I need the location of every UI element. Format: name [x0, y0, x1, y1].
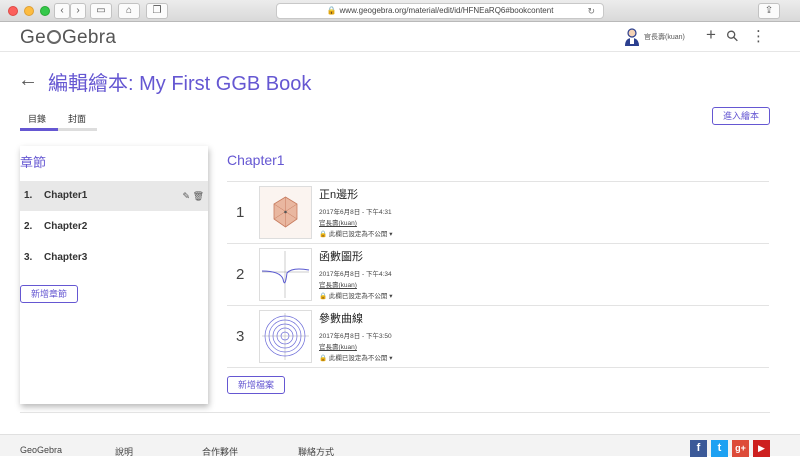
google-plus-icon[interactable]: g+: [732, 440, 749, 457]
chapter-label: Chapter2: [44, 221, 88, 232]
item-title[interactable]: 正n邊形: [319, 186, 358, 202]
chapter-item-1[interactable]: 1. Chapter1 ✎ 🗑: [20, 181, 208, 211]
twitter-icon[interactable]: t: [711, 440, 728, 457]
browser-toolbar: ‹ › ▭ ⌂ ❐ 🔒 www.geogebra.org/material/edi…: [0, 0, 800, 22]
footer-link-contact[interactable]: 聯絡方式: [298, 445, 334, 458]
row-divider: [227, 367, 769, 368]
item-number: 2: [236, 266, 245, 283]
active-tab-indicator: [20, 128, 58, 131]
item-privacy[interactable]: 🔒 此欄已設定為不公開 ▾: [319, 352, 392, 362]
url-text: www.geogebra.org/material/edit/id/HFNEaR…: [339, 6, 554, 15]
reload-icon[interactable]: ↻: [587, 4, 595, 18]
browser-back-button[interactable]: ‹: [54, 3, 70, 19]
trash-icon[interactable]: 🗑: [193, 191, 204, 201]
item-author[interactable]: 官長壽(kuan): [319, 341, 357, 351]
minimize-window-button[interactable]: [24, 6, 34, 16]
lock-icon: 🔒: [319, 293, 328, 300]
logo-text-right: Gebra: [61, 27, 117, 48]
chapter-number: 3.: [24, 252, 33, 263]
tab-contents[interactable]: 目錄: [28, 112, 46, 125]
item-thumbnail[interactable]: [259, 310, 312, 363]
add-file-button[interactable]: 新增檔案: [227, 376, 285, 394]
geogebra-logo[interactable]: Ge Gebra: [20, 27, 116, 49]
footer-link-help[interactable]: 說明: [115, 445, 133, 458]
item-date: 2017年6月8日 - 下午4:31: [319, 209, 392, 216]
facebook-icon[interactable]: f: [690, 440, 707, 457]
function-graph-thumbnail-icon: [260, 249, 311, 300]
privacy-label: 此欄已設定為不公開 ▾: [328, 355, 393, 362]
avatar[interactable]: [624, 28, 640, 46]
menu-icon[interactable]: ⋮: [751, 27, 766, 45]
lock-icon: 🔒: [319, 355, 328, 362]
item-date: 2017年6月8日 - 下午3:50: [319, 333, 392, 340]
lock-icon: 🔒: [326, 6, 337, 15]
tab-cover[interactable]: 封面: [68, 112, 86, 125]
address-bar[interactable]: 🔒 www.geogebra.org/material/edit/id/HFNEa…: [276, 3, 604, 19]
home-button[interactable]: ⌂: [118, 3, 140, 19]
chapters-panel: 章節 1. Chapter1 ✎ 🗑 2. Chapter2 3. Chapte…: [20, 146, 208, 404]
item-thumbnail[interactable]: [259, 186, 312, 239]
item-privacy[interactable]: 🔒 此欄已設定為不公開 ▾: [319, 228, 392, 238]
polygon-thumbnail-icon: [260, 187, 311, 238]
row-divider: [227, 305, 769, 306]
parametric-curve-thumbnail-icon: [260, 311, 311, 362]
page-title: 編輯繪本: My First GGB Book: [48, 73, 312, 95]
footer: GeoGebra 說明 合作夥伴 聯絡方式 f t g+ ▶: [0, 434, 800, 458]
item-title[interactable]: 參數曲線: [319, 310, 363, 326]
close-window-button[interactable]: [8, 6, 18, 16]
chapter-item-2[interactable]: 2. Chapter2: [20, 212, 208, 242]
item-number: 3: [236, 328, 245, 345]
privacy-label: 此欄已設定為不公開 ▾: [328, 293, 393, 300]
lock-icon: 🔒: [319, 231, 328, 238]
item-privacy[interactable]: 🔒 此欄已設定為不公開 ▾: [319, 290, 392, 300]
zoom-window-button[interactable]: [40, 6, 50, 16]
item-number: 1: [236, 204, 245, 221]
content-divider: [20, 412, 770, 413]
plus-icon[interactable]: +: [706, 25, 716, 45]
username-label[interactable]: 官長壽(kuan): [644, 32, 685, 42]
logo-flower-icon: [46, 30, 61, 44]
chapter-label: Chapter1: [44, 190, 88, 201]
browser-forward-button[interactable]: ›: [70, 3, 86, 19]
chapter-label: Chapter3: [44, 252, 88, 263]
row-divider: [227, 243, 769, 244]
youtube-icon[interactable]: ▶: [753, 440, 770, 457]
edit-pencil-icon[interactable]: ✎: [183, 191, 191, 201]
chapters-heading: 章節: [20, 155, 47, 170]
item-thumbnail[interactable]: [259, 248, 312, 301]
back-arrow-icon[interactable]: ←: [18, 69, 38, 92]
share-button[interactable]: ⇪: [758, 3, 780, 19]
add-chapter-button[interactable]: 新增章節: [20, 285, 78, 303]
search-icon[interactable]: ⚲: [722, 26, 743, 46]
logo-text-left: Ge: [20, 27, 46, 48]
chapter-title: Chapter1: [227, 152, 285, 168]
row-divider: [227, 181, 769, 182]
enter-book-button[interactable]: 進入繪本: [712, 107, 770, 125]
chapter-number: 1.: [24, 190, 33, 201]
tabs-overview-button[interactable]: ❐: [146, 3, 168, 19]
item-author[interactable]: 官長壽(kuan): [319, 279, 357, 289]
app-header: Ge Gebra 官長壽(kuan) + ⚲ ⋮: [0, 22, 800, 52]
item-title[interactable]: 函數圖形: [319, 248, 363, 264]
chapter-number: 2.: [24, 221, 33, 232]
footer-link-geogebra[interactable]: GeoGebra: [20, 445, 62, 455]
tab-underline: [58, 128, 97, 131]
item-author[interactable]: 官長壽(kuan): [319, 217, 357, 227]
sidebar-toggle-button[interactable]: ▭: [90, 3, 112, 19]
privacy-label: 此欄已設定為不公開 ▾: [328, 231, 393, 238]
chapter-item-3[interactable]: 3. Chapter3: [20, 243, 208, 273]
footer-link-partners[interactable]: 合作夥伴: [202, 445, 238, 458]
item-date: 2017年6月8日 - 下午4:34: [319, 271, 392, 278]
